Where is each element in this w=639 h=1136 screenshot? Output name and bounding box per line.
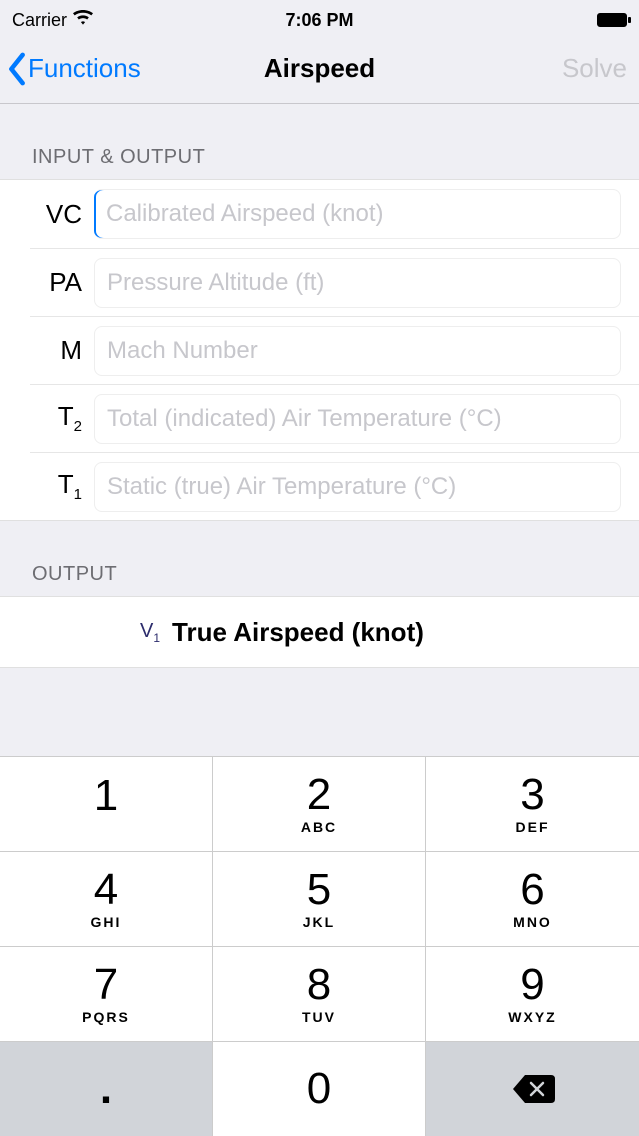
key-0[interactable]: 0 — [213, 1041, 426, 1136]
input-t1[interactable] — [94, 462, 621, 512]
wifi-icon — [73, 8, 93, 33]
key-2[interactable]: 2ABC — [213, 756, 426, 851]
chevron-left-icon — [6, 52, 28, 86]
row-t2: T2 — [30, 384, 639, 452]
back-button[interactable]: Functions — [6, 52, 141, 86]
input-vc[interactable] — [94, 189, 621, 239]
key-dot[interactable]: . — [0, 1041, 213, 1136]
key-5[interactable]: 5JKL — [213, 851, 426, 946]
input-t2[interactable] — [94, 394, 621, 444]
key-backspace[interactable] — [426, 1041, 639, 1136]
row-t1: T1 — [30, 452, 639, 520]
carrier-label: Carrier — [12, 10, 67, 31]
key-4[interactable]: 4GHI — [0, 851, 213, 946]
key-1[interactable]: 1 — [0, 756, 213, 851]
row-pa: PA — [30, 248, 639, 316]
row-vc: VC — [0, 180, 639, 248]
label-t1: T1 — [30, 469, 94, 503]
status-bar: Carrier 7:06 PM — [0, 0, 639, 40]
output-symbol: V1 — [140, 620, 160, 645]
output-label: True Airspeed (knot) — [172, 617, 424, 648]
input-m[interactable] — [94, 326, 621, 376]
key-6[interactable]: 6MNO — [426, 851, 639, 946]
output-row: V1 True Airspeed (knot) — [0, 596, 639, 668]
label-m: M — [30, 335, 94, 366]
clock: 7:06 PM — [217, 10, 422, 31]
input-pa[interactable] — [94, 258, 621, 308]
back-label: Functions — [28, 53, 141, 84]
navigation-bar: Functions Airspeed Solve — [0, 40, 639, 104]
backspace-icon — [511, 1073, 555, 1105]
numeric-keypad: 1 2ABC 3DEF 4GHI 5JKL 6MNO 7PQRS 8TUV 9W… — [0, 756, 639, 1136]
input-group: VC PA M T2 T1 — [0, 179, 639, 521]
key-8[interactable]: 8TUV — [213, 946, 426, 1041]
label-vc: VC — [30, 199, 94, 230]
section-header-input-output: INPUT & OUTPUT — [0, 104, 639, 179]
key-7[interactable]: 7PQRS — [0, 946, 213, 1041]
section-header-output: OUTPUT — [0, 521, 639, 596]
label-t2: T2 — [30, 401, 94, 435]
battery-icon — [597, 13, 627, 27]
solve-button[interactable]: Solve — [562, 53, 627, 84]
row-m: M — [30, 316, 639, 384]
key-9[interactable]: 9WXYZ — [426, 946, 639, 1041]
label-pa: PA — [30, 267, 94, 298]
key-3[interactable]: 3DEF — [426, 756, 639, 851]
